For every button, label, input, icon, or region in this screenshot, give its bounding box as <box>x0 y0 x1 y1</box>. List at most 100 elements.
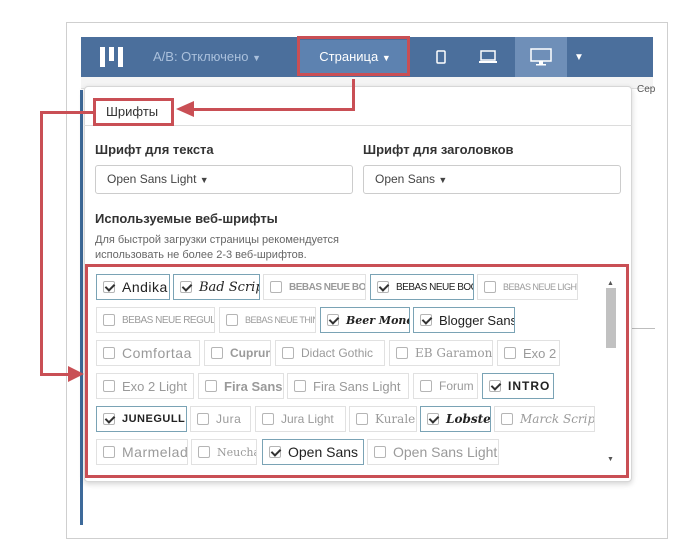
checkbox-unchecked-icon[interactable] <box>262 413 274 425</box>
checkbox-unchecked-icon[interactable] <box>504 347 516 359</box>
checkbox-unchecked-icon[interactable] <box>270 281 282 293</box>
checkbox-unchecked-icon[interactable] <box>420 380 432 392</box>
checkbox-unchecked-icon[interactable] <box>103 380 115 392</box>
font-option[interactable]: Open Sans Light <box>367 439 499 465</box>
checkbox-checked-icon[interactable] <box>180 281 192 293</box>
font-option[interactable]: Beer Money <box>320 307 410 333</box>
font-option-label: Comfortaa <box>122 345 192 361</box>
heading-font-label: Шрифт для заголовков <box>363 142 514 157</box>
mobile-view-button[interactable] <box>431 37 451 77</box>
font-option-label: INTRO <box>508 379 551 393</box>
heading-font-value: Open Sans <box>375 172 436 186</box>
font-option[interactable]: Exo 2 Light <box>96 373 194 399</box>
scroll-thumb[interactable] <box>606 288 616 348</box>
font-option[interactable]: BEBAS NEUE REGULAR <box>96 307 215 333</box>
checkbox-unchecked-icon[interactable] <box>356 413 368 425</box>
checkbox-unchecked-icon[interactable] <box>103 347 115 359</box>
checkbox-unchecked-icon[interactable] <box>198 446 210 458</box>
font-option-label: Marmelad <box>122 444 188 460</box>
font-option[interactable]: Fira Sans <box>198 373 284 399</box>
text-font-select[interactable]: Open Sans Light ▼ <box>95 165 353 194</box>
font-option-label: Andika <box>122 279 168 295</box>
checkbox-unchecked-icon[interactable] <box>103 446 115 458</box>
annotation-arrow <box>40 111 94 114</box>
checkbox-unchecked-icon[interactable] <box>484 281 496 293</box>
font-option-label: Exo 2 <box>523 345 557 361</box>
left-accent-line <box>80 90 83 525</box>
checkbox-unchecked-icon[interactable] <box>226 314 238 326</box>
heading-font-select[interactable]: Open Sans ▼ <box>363 165 621 194</box>
checkbox-unchecked-icon[interactable] <box>374 446 386 458</box>
logo-icon[interactable] <box>81 37 141 77</box>
font-option[interactable]: BEBAS NEUE BOOK <box>370 274 474 300</box>
font-option[interactable]: Jura Light <box>255 406 346 432</box>
font-option[interactable]: Cuprum <box>204 340 271 366</box>
checkbox-checked-icon[interactable] <box>427 413 439 425</box>
laptop-view-button[interactable] <box>473 37 503 77</box>
checkbox-unchecked-icon[interactable] <box>294 380 306 392</box>
font-option[interactable]: Comfortaa <box>96 340 200 366</box>
checkbox-unchecked-icon[interactable] <box>205 380 217 392</box>
font-option-label: Fira Sans <box>224 378 283 394</box>
checkbox-unchecked-icon[interactable] <box>197 413 209 425</box>
monitor-icon <box>530 48 552 66</box>
checkbox-checked-icon[interactable] <box>489 380 501 392</box>
font-option-label: Open Sans Light <box>393 444 498 460</box>
font-option[interactable]: Neucha <box>191 439 257 465</box>
checkbox-unchecked-icon[interactable] <box>211 347 223 359</box>
font-option-label: BEBAS NEUE BOOK <box>396 281 473 293</box>
laptop-icon <box>479 50 497 63</box>
font-option[interactable]: Marmelad <box>96 439 188 465</box>
font-option-label: BEBAS NEUE LIGHT <box>503 282 578 292</box>
checkbox-unchecked-icon[interactable] <box>103 314 115 326</box>
font-option[interactable]: Open Sans <box>262 439 364 465</box>
annotation-arrow <box>352 79 355 111</box>
font-option[interactable]: Didact Gothic <box>275 340 385 366</box>
checkbox-checked-icon[interactable] <box>269 446 281 458</box>
checkbox-checked-icon[interactable] <box>377 281 389 293</box>
font-option[interactable]: Exo 2 <box>497 340 560 366</box>
annotation-arrow <box>194 108 355 111</box>
annotation-arrow <box>40 373 70 376</box>
phone-icon <box>436 50 446 64</box>
font-option[interactable]: Jura <box>190 406 251 432</box>
font-option[interactable]: INTRO <box>482 373 554 399</box>
font-option[interactable]: Andika <box>96 274 170 300</box>
font-option-label: Cuprum <box>230 346 270 360</box>
checkbox-checked-icon[interactable] <box>103 281 115 293</box>
font-option-label: Neucha <box>217 445 257 459</box>
ab-test-label: А/В: Отключено <box>153 49 249 64</box>
font-option[interactable]: BEBAS NEUE THIN <box>219 307 316 333</box>
checkbox-unchecked-icon[interactable] <box>501 413 513 425</box>
tab-fonts-label: Шрифты <box>106 104 159 119</box>
font-option-label: Jura Light <box>281 412 334 426</box>
checkbox-checked-icon[interactable] <box>420 314 432 326</box>
font-option[interactable]: Marck Script <box>494 406 595 432</box>
text-font-value: Open Sans Light <box>107 172 197 186</box>
font-option[interactable]: EB Garamond <box>389 340 493 366</box>
font-option[interactable]: Blogger Sans <box>413 307 515 333</box>
more-devices-button[interactable]: ▼ <box>569 37 589 77</box>
font-option-label: BEBAS NEUE BOLD <box>289 281 366 293</box>
checkbox-unchecked-icon[interactable] <box>282 347 294 359</box>
tab-fonts[interactable]: Шрифты <box>93 98 174 126</box>
checkbox-unchecked-icon[interactable] <box>396 347 408 359</box>
font-option-label: Didact Gothic <box>301 346 374 360</box>
ab-test-dropdown[interactable]: А/В: Отключено ▼ <box>153 37 261 77</box>
desktop-view-button[interactable] <box>515 37 567 77</box>
font-option[interactable]: BEBAS NEUE LIGHT <box>477 274 578 300</box>
scroll-down-icon[interactable]: ▼ <box>607 456 614 463</box>
scroll-up-icon[interactable]: ▲ <box>607 280 614 287</box>
checkbox-checked-icon[interactable] <box>103 413 115 425</box>
font-option[interactable]: JUNEGULL <box>96 406 187 432</box>
checkbox-checked-icon[interactable] <box>327 314 339 326</box>
fonts-scrollbar[interactable]: ▲ ▼ <box>605 280 617 466</box>
font-option[interactable]: Lobster <box>420 406 491 432</box>
font-option[interactable]: Kurale <box>349 406 417 432</box>
font-option-label: Lobster <box>446 412 491 426</box>
font-option[interactable]: Bad Script <box>173 274 260 300</box>
font-option[interactable]: BEBAS NEUE BOLD <box>263 274 366 300</box>
font-option[interactable]: Fira Sans Light <box>287 373 409 399</box>
font-option[interactable]: Forum <box>413 373 478 399</box>
font-option-label: BEBAS NEUE THIN <box>245 315 316 325</box>
